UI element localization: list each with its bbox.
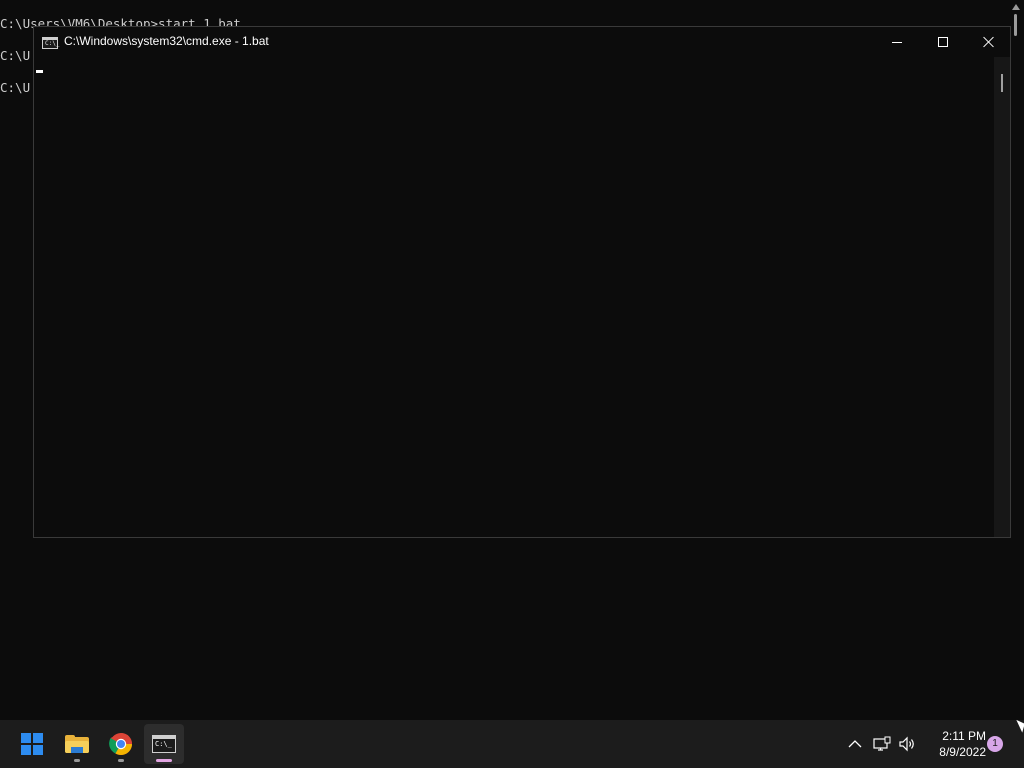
notification-badge[interactable]: 1 xyxy=(987,736,1003,752)
cmd-app-icon[interactable]: C:\_ xyxy=(42,37,60,49)
console-output[interactable] xyxy=(34,57,994,537)
cmd-window[interactable]: C:\_ C:\Windows\system32\cmd.exe - 1.bat xyxy=(33,26,1011,538)
show-hidden-icons-button[interactable] xyxy=(845,734,865,754)
scrollbar-thumb[interactable] xyxy=(1001,74,1003,92)
console-line: C:\U xyxy=(0,80,31,95)
volume-icon xyxy=(899,736,914,752)
terminal-icon-text: C:\_ xyxy=(155,740,172,748)
volume-button[interactable] xyxy=(897,734,917,754)
maximize-button[interactable] xyxy=(920,27,966,57)
network-icon xyxy=(873,736,891,751)
running-indicator xyxy=(118,759,124,762)
window-title: C:\Windows\system32\cmd.exe - 1.bat xyxy=(64,34,269,48)
maximize-icon xyxy=(938,37,948,47)
start-button[interactable] xyxy=(12,724,52,764)
folder-icon xyxy=(65,735,89,753)
terminal-icon: C:\_ xyxy=(152,735,176,753)
title-bar[interactable]: C:\_ C:\Windows\system32\cmd.exe - 1.bat xyxy=(34,27,1010,57)
console-line: C:\U xyxy=(0,48,31,63)
chrome-icon xyxy=(109,733,132,755)
text-cursor xyxy=(36,70,43,73)
active-indicator xyxy=(156,759,172,762)
close-button[interactable] xyxy=(966,27,1012,57)
clock[interactable]: 2:11 PM 8/9/2022 xyxy=(924,728,986,760)
taskbar-chrome[interactable] xyxy=(101,724,141,764)
clock-date: 8/9/2022 xyxy=(939,745,986,759)
taskbar-file-explorer[interactable] xyxy=(57,724,97,764)
taskbar-command-prompt[interactable]: C:\_ xyxy=(144,724,184,764)
chevron-up-icon xyxy=(848,740,862,748)
cmd-app-icon-text: C:\_ xyxy=(45,40,60,47)
minimize-icon xyxy=(892,41,902,43)
windows-start-icon xyxy=(21,733,43,755)
clock-time: 2:11 PM xyxy=(942,729,986,743)
running-indicator xyxy=(74,759,80,762)
scroll-up-arrow-icon[interactable] xyxy=(1012,4,1020,10)
console-scrollbar[interactable] xyxy=(994,57,1010,537)
scrollbar-thumb[interactable] xyxy=(1014,14,1017,36)
minimize-button[interactable] xyxy=(874,27,920,57)
network-button[interactable] xyxy=(872,734,892,754)
taskbar: C:\_ 2:11 PM 8/9/2022 xyxy=(0,720,1024,768)
close-icon xyxy=(983,36,995,48)
